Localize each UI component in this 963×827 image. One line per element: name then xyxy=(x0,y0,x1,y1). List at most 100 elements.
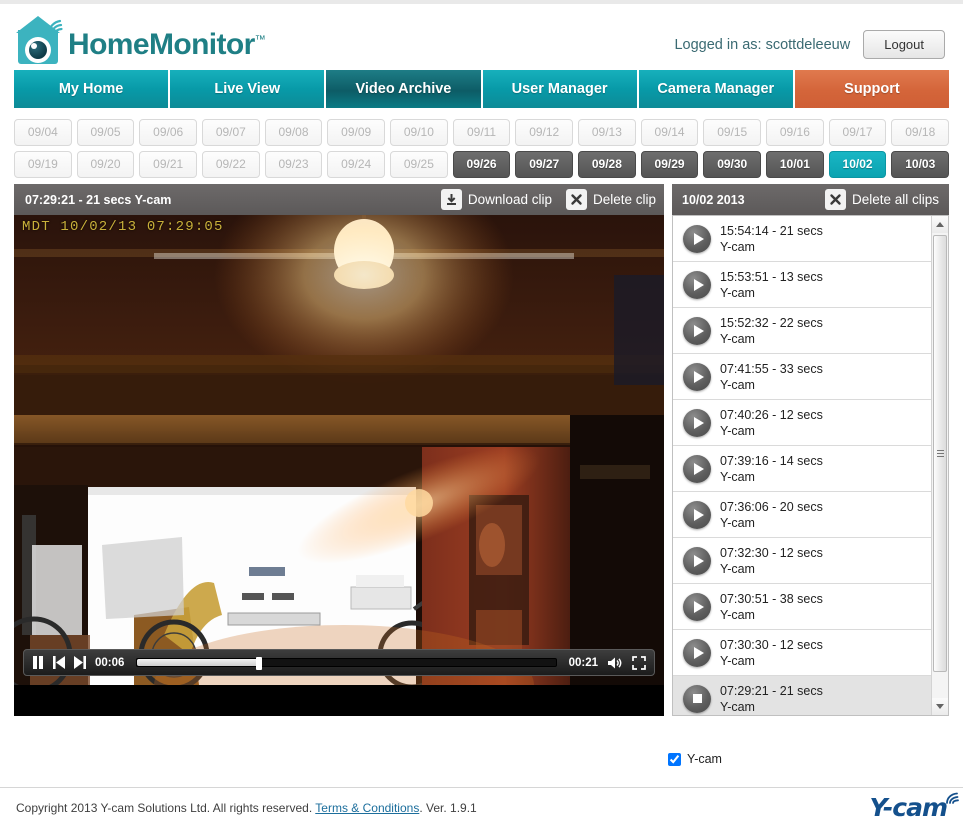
date-tab-09-17[interactable]: 09/17 xyxy=(828,119,887,146)
date-tab-09-20[interactable]: 09/20 xyxy=(76,151,135,178)
date-tab-09-18[interactable]: 09/18 xyxy=(891,119,950,146)
previous-icon[interactable] xyxy=(53,656,65,669)
chevron-down-icon xyxy=(936,704,944,709)
play-icon[interactable] xyxy=(683,408,711,437)
date-tab-09-29[interactable]: 09/29 xyxy=(640,151,699,178)
date-tab-09-04[interactable]: 09/04 xyxy=(14,119,72,146)
delete-clip-button[interactable]: Delete clip xyxy=(565,189,656,210)
date-tab-10-01[interactable]: 10/01 xyxy=(766,151,824,178)
stop-icon[interactable] xyxy=(683,684,711,713)
clip-text-block: 15:54:14 - 21 secs Y-cam xyxy=(720,224,823,254)
clip-list-item[interactable]: 15:52:32 - 22 secs Y-cam xyxy=(673,308,931,354)
date-row-2: 09/19 09/20 09/21 09/22 09/23 09/24 09/25 09/26… xyxy=(14,151,950,178)
clip-list-item[interactable]: 07:39:16 - 14 secs Y-cam xyxy=(673,446,931,492)
logged-in-label: Logged in as: scottdeleeuw xyxy=(674,36,851,53)
nav-item-user-manager[interactable]: User Manager xyxy=(482,70,639,108)
terms-and-conditions-link[interactable]: Terms & Conditions xyxy=(315,801,419,815)
play-icon[interactable] xyxy=(683,638,711,667)
date-tab-09-05[interactable]: 09/05 xyxy=(76,119,135,146)
scrollbar-track[interactable] xyxy=(932,233,948,698)
nav-item-support[interactable]: Support xyxy=(794,70,950,108)
play-icon[interactable] xyxy=(683,270,711,299)
scroll-up-button[interactable] xyxy=(932,216,948,233)
clip-list-item[interactable]: 07:36:06 - 20 secs Y-cam xyxy=(673,492,931,538)
nav-item-live-view[interactable]: Live View xyxy=(170,70,327,108)
glyph xyxy=(693,600,704,613)
date-tab-09-13[interactable]: 09/13 xyxy=(578,119,636,146)
download-clip-button[interactable]: Download clip xyxy=(440,189,552,210)
clip-camera-label: Y-cam xyxy=(720,239,755,254)
date-tab-09-14[interactable]: 09/14 xyxy=(640,119,699,146)
clips-scrollbar[interactable] xyxy=(931,216,948,715)
date-tab-09-23[interactable]: 09/23 xyxy=(264,151,323,178)
play-icon[interactable] xyxy=(683,592,711,621)
camera-lens-icon xyxy=(25,37,51,63)
date-tab-09-10[interactable]: 09/10 xyxy=(390,119,448,146)
play-icon[interactable] xyxy=(683,362,711,391)
progress-knob[interactable] xyxy=(255,657,262,670)
date-tab-09-12[interactable]: 09/12 xyxy=(515,119,574,146)
play-icon[interactable] xyxy=(683,316,711,345)
play-icon[interactable] xyxy=(683,546,711,575)
date-tab-09-11[interactable]: 09/11 xyxy=(452,119,511,146)
date-tab-09-27[interactable]: 09/27 xyxy=(515,151,574,178)
date-tab-09-07[interactable]: 09/07 xyxy=(202,119,260,146)
date-tab-09-26[interactable]: 09/26 xyxy=(452,151,511,178)
clip-time-label: 15:53:51 - 13 secs xyxy=(720,269,823,284)
nav-item-video-archive[interactable]: Video Archive xyxy=(326,70,483,108)
glyph xyxy=(693,416,704,429)
wifi-waves-icon xyxy=(47,19,63,34)
clip-list-item[interactable]: 07:40:26 - 12 secs Y-cam xyxy=(673,400,931,446)
fullscreen-icon[interactable] xyxy=(632,655,646,670)
date-tab-09-28[interactable]: 09/28 xyxy=(578,151,636,178)
copyright-text: Copyright 2013 Y-cam Solutions Ltd. All … xyxy=(16,801,869,815)
scroll-down-button[interactable] xyxy=(932,698,948,715)
date-tab-09-15[interactable]: 09/15 xyxy=(703,119,762,146)
clip-list-item[interactable]: 07:29:21 - 21 secs Y-cam xyxy=(673,676,931,715)
clip-list-item[interactable]: 07:30:51 - 38 secs Y-cam xyxy=(673,584,931,630)
date-tab-09-30[interactable]: 09/30 xyxy=(703,151,762,178)
volume-icon[interactable] xyxy=(607,656,623,670)
clip-text-block: 15:52:32 - 22 secs Y-cam xyxy=(720,316,823,346)
date-tab-09-09[interactable]: 09/09 xyxy=(327,119,386,146)
clips-list[interactable]: 15:54:14 - 21 secs Y-cam 15:53:51 - 13 sec… xyxy=(673,216,931,715)
video-screen[interactable]: MDT 10/02/13 07:29:05 00:06 00:21 xyxy=(14,215,664,685)
date-tab-09-21[interactable]: 09/21 xyxy=(139,151,198,178)
date-tab-09-08[interactable]: 09/08 xyxy=(264,119,323,146)
video-controls-bar: 00:06 00:21 xyxy=(23,649,655,676)
clip-list-item[interactable]: 15:53:51 - 13 secs Y-cam xyxy=(673,262,931,308)
date-tab-09-19[interactable]: 09/19 xyxy=(14,151,72,178)
play-icon[interactable] xyxy=(683,500,711,529)
date-tab-09-16[interactable]: 09/16 xyxy=(766,119,824,146)
clip-list-item[interactable]: 07:32:30 - 12 secs Y-cam xyxy=(673,538,931,584)
play-icon[interactable] xyxy=(683,454,711,483)
pause-icon[interactable] xyxy=(32,656,44,669)
clip-list-item[interactable]: 07:41:55 - 33 secs Y-cam xyxy=(673,354,931,400)
next-icon[interactable] xyxy=(74,656,86,669)
clip-time-label: 07:30:51 - 38 secs xyxy=(720,591,823,606)
nav-item-camera-manager[interactable]: Camera Manager xyxy=(638,70,795,108)
play-icon[interactable] xyxy=(683,224,711,253)
home-monitor-logo: HomeMonitor™ xyxy=(14,16,266,64)
camera-filter-checkbox-row[interactable]: Y-cam xyxy=(668,752,722,766)
clip-list-item[interactable]: 15:54:14 - 21 secs Y-cam xyxy=(673,216,931,262)
scrollbar-thumb[interactable] xyxy=(933,235,947,673)
grip-icon xyxy=(936,448,944,459)
delete-all-clips-button[interactable]: Delete all clips xyxy=(824,189,939,210)
date-tab-10-02[interactable]: 10/02 xyxy=(828,151,887,178)
date-tab-09-24[interactable]: 09/24 xyxy=(327,151,386,178)
date-tab-09-06[interactable]: 09/06 xyxy=(139,119,198,146)
clip-list-item[interactable]: 07:30:30 - 12 secs Y-cam xyxy=(673,630,931,676)
camera-filter-checkbox[interactable] xyxy=(668,752,681,766)
logout-button[interactable]: Logout xyxy=(863,30,945,59)
progress-fill xyxy=(137,659,259,666)
video-progress-slider[interactable] xyxy=(136,657,557,670)
date-tab-10-03[interactable]: 10/03 xyxy=(891,151,950,178)
date-tab-09-22[interactable]: 09/22 xyxy=(202,151,260,178)
nav-item-my-home[interactable]: My Home xyxy=(14,70,171,108)
clip-camera-label: Y-cam xyxy=(720,469,755,484)
date-tab-09-25[interactable]: 09/25 xyxy=(390,151,448,178)
download-clip-label: Download clip xyxy=(467,192,552,207)
glyph xyxy=(693,278,704,291)
clip-time-label: 07:29:21 - 21 secs xyxy=(720,683,823,698)
